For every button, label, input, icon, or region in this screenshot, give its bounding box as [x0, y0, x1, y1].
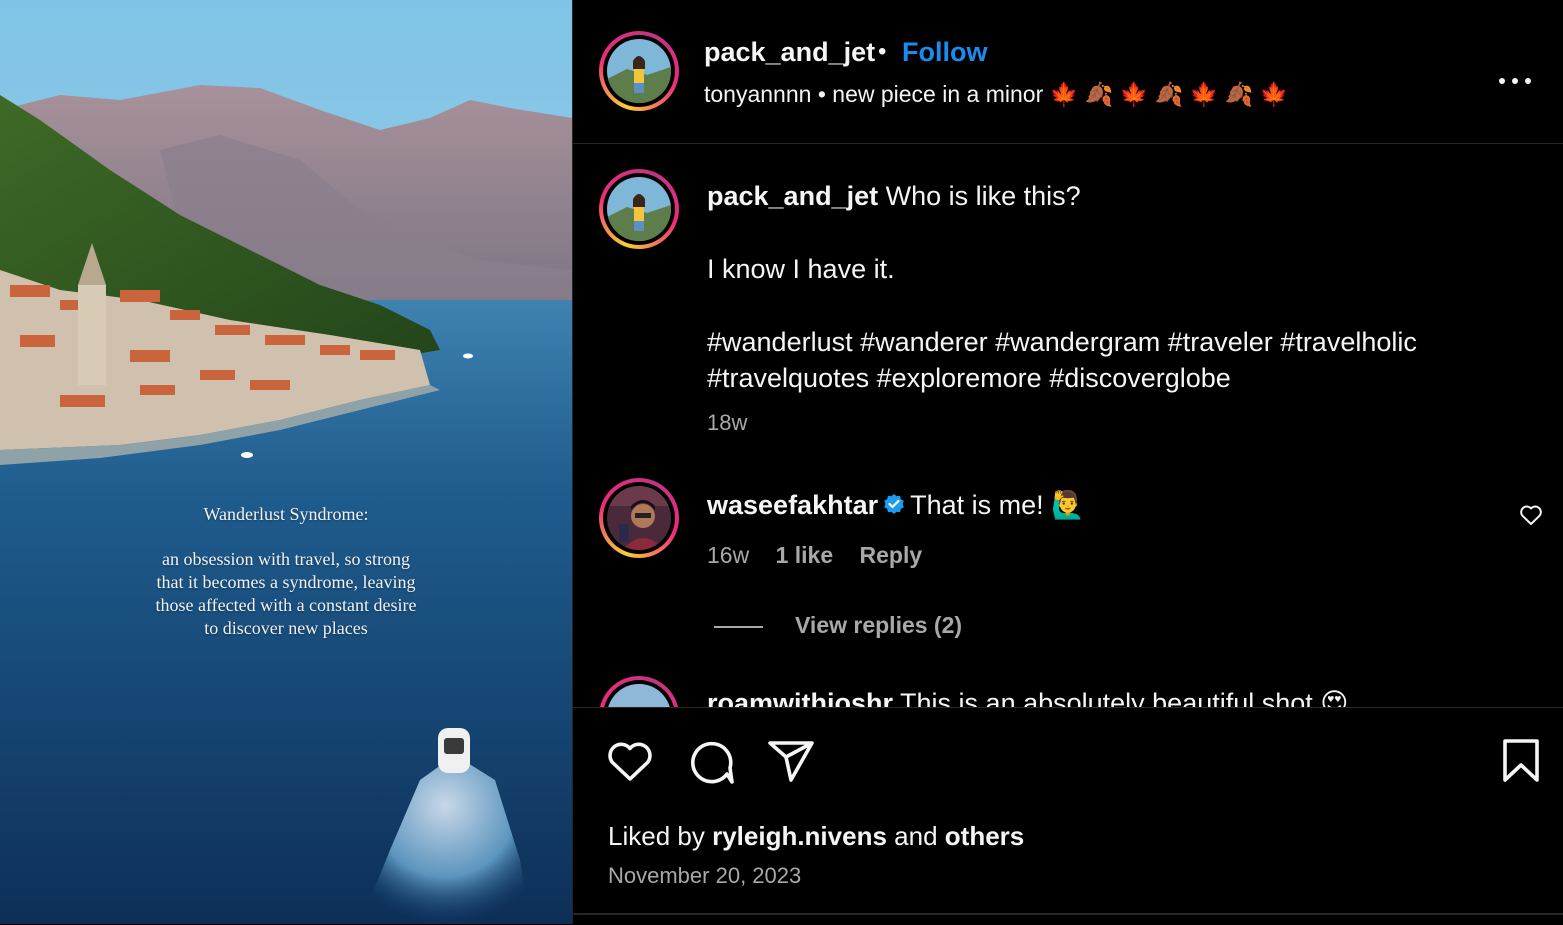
- overlay-line: those affected with a constant desire: [155, 595, 417, 615]
- heart-outline-icon: [1520, 505, 1542, 525]
- paper-plane-icon: [768, 741, 814, 782]
- comment-button[interactable]: [687, 738, 735, 791]
- view-replies-button[interactable]: View replies (2): [795, 612, 962, 639]
- hashtags-line[interactable]: #travelquotes #exploremore #discoverglob…: [707, 360, 1507, 396]
- liked-by-prefix: Liked by: [608, 821, 705, 851]
- caption-username[interactable]: pack_and_jet: [707, 181, 878, 211]
- post-media[interactable]: Wanderlust Syndrome: an obsession with t…: [0, 0, 572, 924]
- audio-title[interactable]: new piece in a minor: [832, 81, 1043, 107]
- verified-badge-icon: [882, 490, 906, 526]
- post-image: [0, 0, 572, 924]
- replies-divider: [714, 626, 763, 628]
- comments-list[interactable]: pack_and_jet Who is like this? I know I …: [573, 144, 1563, 707]
- audio-artist[interactable]: tonyannnn: [704, 81, 811, 107]
- post-actions: Liked by ryleigh.nivens and others Novem…: [573, 707, 1563, 925]
- heart-icon: [608, 742, 652, 781]
- overlay-text: an obsession with travel, so strong that…: [0, 548, 572, 640]
- comment-likes[interactable]: 1 like: [776, 542, 834, 568]
- avatar-image: [607, 177, 671, 241]
- like-comment-button[interactable]: [1519, 504, 1543, 531]
- save-button[interactable]: [1501, 738, 1541, 789]
- audio-emojis: 🍁 🍂 🍁 🍂 🍁 🍂 🍁: [1049, 81, 1289, 107]
- avatar-image: [607, 39, 671, 103]
- caption-first-line: pack_and_jet Who is like this?: [707, 178, 1081, 214]
- overlay-line: to discover new places: [204, 618, 368, 638]
- post-date[interactable]: November 20, 2023: [608, 863, 801, 889]
- liked-by-and: and: [894, 821, 938, 851]
- comment-text: This is an absolutely beautiful shot 😍: [900, 688, 1349, 707]
- liked-by-user[interactable]: ryleigh.nivens: [712, 821, 887, 851]
- caption-line: I know I have it.: [707, 254, 895, 284]
- bookmark-icon: [1503, 739, 1539, 782]
- comment-text: That is me! 🙋‍♂️: [910, 490, 1085, 520]
- comment-timestamp[interactable]: 16w: [707, 542, 749, 568]
- comment-bubble-icon: [691, 741, 734, 784]
- separator-dot: •: [878, 38, 887, 65]
- caption-timestamp[interactable]: 18w: [707, 410, 747, 436]
- comment-username[interactable]: waseefakhtar: [707, 490, 878, 520]
- comment-avatar[interactable]: [599, 676, 679, 707]
- audio-attribution[interactable]: tonyannnn • new piece in a minor 🍁 🍂 🍁 🍂…: [704, 81, 1288, 108]
- comment-avatar[interactable]: [599, 478, 679, 558]
- post-header: pack_and_jet • Follow tonyannnn • new pi…: [573, 0, 1563, 144]
- avatar-image: [607, 486, 671, 550]
- comment-meta: 16w 1 like Reply: [707, 542, 942, 569]
- reply-button[interactable]: Reply: [860, 542, 923, 568]
- audio-separator: •: [817, 81, 826, 107]
- liked-by-summary: Liked by ryleigh.nivens and others: [608, 821, 1024, 852]
- overlay-line: that it becomes a syndrome, leaving: [156, 572, 416, 592]
- author-username[interactable]: pack_and_jet: [704, 37, 875, 68]
- liked-by-others[interactable]: others: [945, 821, 1024, 851]
- author-avatar[interactable]: [599, 31, 679, 111]
- post-panel: pack_and_jet • Follow tonyannnn • new pi…: [572, 0, 1563, 924]
- more-horizontal-icon: [1499, 78, 1531, 84]
- hashtags-line[interactable]: #wanderlust #wanderer #wandergram #trave…: [707, 324, 1507, 360]
- caption-text: Who is like this?: [885, 181, 1081, 211]
- more-options-button[interactable]: [1498, 60, 1532, 94]
- share-button[interactable]: [767, 739, 815, 788]
- comment-first-line: waseefakhtar That is me! 🙋‍♂️: [707, 487, 1085, 526]
- like-button[interactable]: [606, 739, 654, 788]
- follow-button[interactable]: Follow: [902, 37, 987, 68]
- overlay-line: an obsession with travel, so strong: [162, 549, 410, 569]
- comment-username[interactable]: roamwithjoshr: [707, 688, 893, 707]
- overlay-title: Wanderlust Syndrome:: [203, 504, 369, 524]
- comment-first-line: roamwithjoshr This is an absolutely beau…: [707, 685, 1348, 707]
- caption-avatar[interactable]: [599, 169, 679, 249]
- caption-hashtags: #wanderlust #wanderer #wandergram #trave…: [707, 324, 1507, 396]
- bottom-divider: [573, 913, 1563, 915]
